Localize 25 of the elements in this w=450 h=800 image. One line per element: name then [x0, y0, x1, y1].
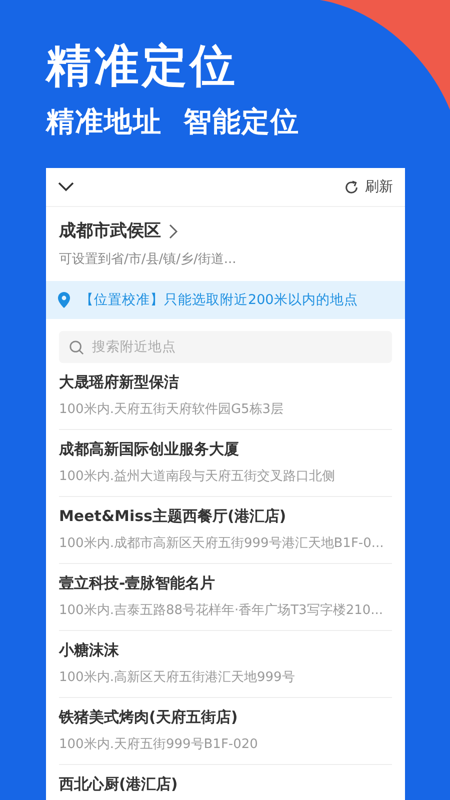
place-name[interactable]: 大晟瑶府新型保洁 [59, 371, 179, 393]
page-subtitle: 精准地址 智能定位 [46, 104, 300, 140]
place-name[interactable]: 西北心厨(港汇店) [59, 773, 178, 795]
page-title: 精准定位 [46, 38, 238, 94]
refresh-icon [344, 180, 359, 194]
refresh-button[interactable]: 刷新 [344, 178, 393, 196]
place-address: 100米内.天府五街天府软件园G5栋3层 [59, 401, 284, 419]
place-address: 100米内.成都市高新区天府五街999号港汇天地B1F-0... [59, 535, 384, 553]
city-selector[interactable]: 成都市武侯区 [59, 219, 161, 243]
location-pin-icon [58, 292, 70, 308]
place-name[interactable]: 壹立科技-壹脉智能名片 [59, 572, 216, 594]
place-name[interactable]: 成都高新国际创业服务大厦 [59, 438, 239, 460]
place-name[interactable]: 小糖沫沫 [59, 639, 119, 661]
place-name[interactable]: Meet&Miss主题西餐厅(港汇店) [59, 505, 286, 527]
place-name[interactable]: 铁猪美式烤肉(天府五街店) [59, 706, 238, 728]
search-icon [69, 340, 84, 355]
notice-text: 【位置校准】只能选取附近200米以内的地点 [80, 291, 358, 309]
place-address: 100米内.高新区天府五街港汇天地999号 [59, 669, 295, 687]
place-address: 100米内.天府五街999号B1F-020 [59, 736, 258, 754]
search-field[interactable]: 搜索附近地点 [59, 331, 392, 363]
chevron-right-icon[interactable] [169, 224, 178, 238]
collapse-chevron-icon[interactable] [58, 182, 74, 192]
place-address: 100米内.益州大道南段与天府五街交叉路口北侧 [59, 468, 335, 486]
place-address: 100米内.吉泰五路88号花样年·香年广场T3写字楼210... [59, 602, 384, 620]
city-hint: 可设置到省/市/县/镇/乡/街道... [58, 251, 238, 269]
